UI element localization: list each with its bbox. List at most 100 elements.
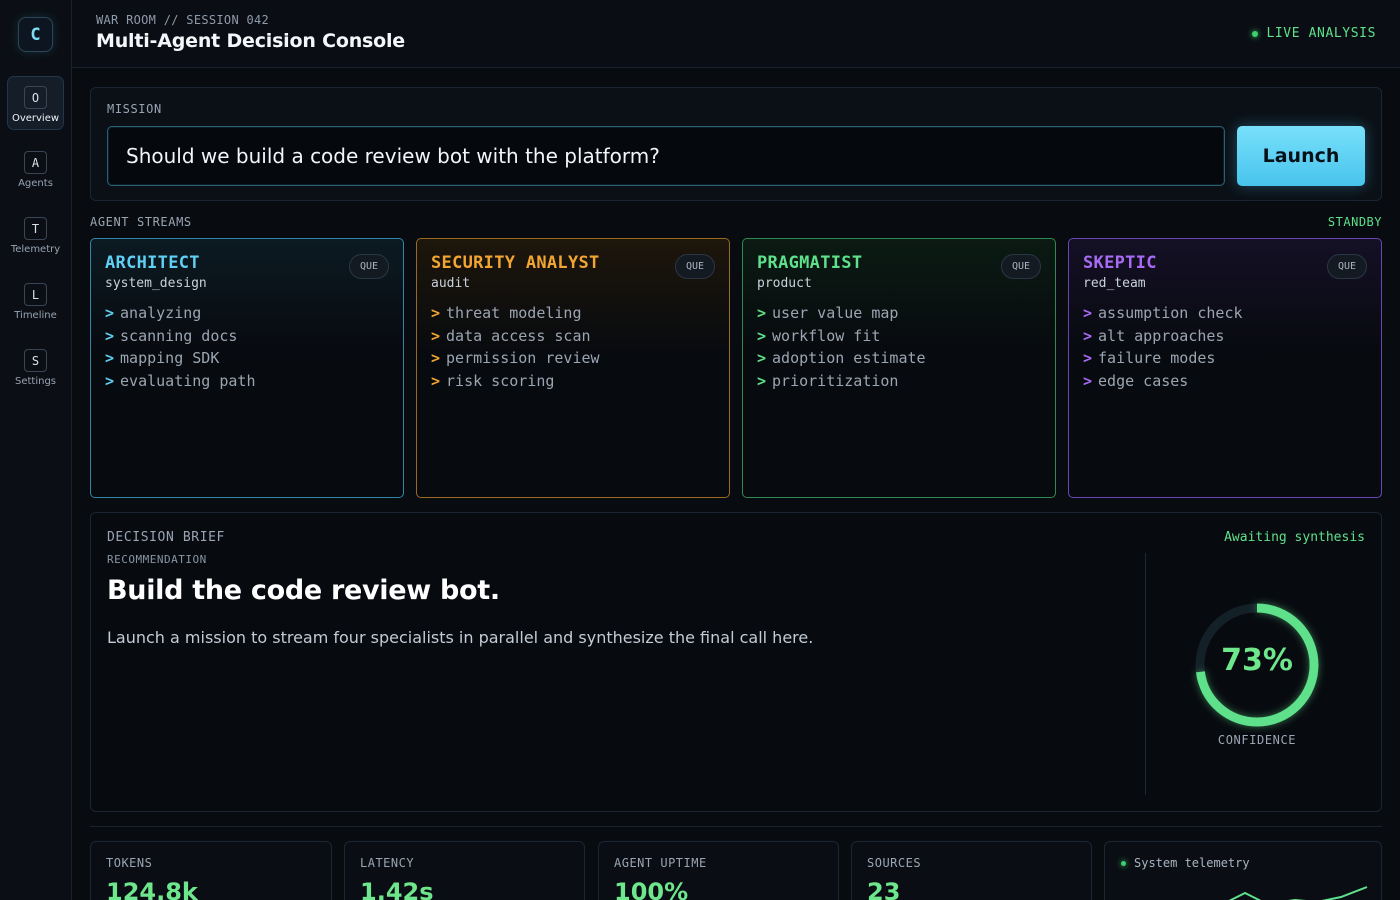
agent-step: > scanning docs xyxy=(105,325,256,348)
settings-icon: S xyxy=(24,349,47,372)
prompt-caret-icon: > xyxy=(105,304,115,322)
agent-step-text: alt approaches xyxy=(1098,326,1225,345)
sidebar-item-label: Settings xyxy=(14,376,56,387)
prompt-caret-icon: > xyxy=(1083,372,1093,391)
telemetry-sparkline-line xyxy=(1228,886,1368,900)
agent-step: > data access scan xyxy=(431,325,600,348)
app-logo[interactable]: C xyxy=(18,17,53,52)
agent-card-skeptic[interactable]: SKEPTIC red_team QUE > assumption check >… xyxy=(1068,238,1382,498)
sidebar-item-overview[interactable]: O Overview xyxy=(7,76,64,130)
timeline-icon: L xyxy=(24,283,47,306)
prompt-caret-icon: > xyxy=(431,326,441,345)
mission-input[interactable] xyxy=(107,126,1225,186)
agent-step-list: > analyzing > scanning docs > mapping SDK >… xyxy=(105,302,256,393)
telemetry-sparkline xyxy=(1228,886,1368,900)
confidence-label: CONFIDENCE xyxy=(1217,733,1297,747)
prompt-caret-icon: > xyxy=(431,349,441,368)
live-status-label: LIVE ANALYSIS xyxy=(1266,26,1376,41)
app-root: C O Overview A Agents T Telemetry L Time… xyxy=(0,0,1400,900)
mission-label: MISSION xyxy=(107,102,162,116)
system-telemetry-card: System telemetry xyxy=(1104,841,1382,900)
prompt-caret-icon: > xyxy=(105,326,115,345)
agent-step-text: mapping SDK xyxy=(120,349,220,368)
prompt-caret-icon: > xyxy=(757,326,767,345)
agent-status-badge: QUE xyxy=(1000,254,1041,279)
agent-step-text: scanning docs xyxy=(120,326,238,345)
agent-step-text: data access scan xyxy=(446,326,591,345)
recommendation-label: RECOMMENDATION xyxy=(107,553,207,566)
prompt-caret-icon: > xyxy=(1083,349,1093,368)
agent-name: PRAGMATIST xyxy=(757,253,863,273)
brief-divider xyxy=(1145,553,1146,795)
agent-role: audit xyxy=(431,276,471,291)
agent-step-text: workflow fit xyxy=(772,326,881,345)
agent-step: > assumption check xyxy=(1083,302,1243,325)
agent-step-text: edge cases xyxy=(1098,372,1189,391)
agent-card-pragmatist[interactable]: PRAGMATIST product QUE > user value map >… xyxy=(742,238,1056,498)
confidence-value: 73% xyxy=(1221,643,1293,678)
agent-step: > evaluating path xyxy=(105,370,256,393)
metric-value: 124.8k xyxy=(106,878,198,900)
agent-step: > prioritization xyxy=(757,370,926,393)
metric-label: LATENCY xyxy=(360,856,415,870)
agent-card-architect[interactable]: ARCHITECT system_design QUE > analyzing >… xyxy=(90,238,404,498)
metric-label: SOURCES xyxy=(867,856,922,870)
agent-role: red_team xyxy=(1083,276,1146,291)
launch-button[interactable]: Launch xyxy=(1237,126,1365,186)
prompt-caret-icon: > xyxy=(1083,326,1093,345)
sidebar-item-timeline[interactable]: L Timeline xyxy=(7,274,64,328)
sidebar-item-agents[interactable]: A Agents xyxy=(7,142,64,196)
agent-step: > analyzing xyxy=(105,302,256,325)
prompt-caret-icon: > xyxy=(757,304,767,322)
agent-step-text: threat modeling xyxy=(446,304,582,322)
metric-label: TOKENS xyxy=(106,856,153,870)
agent-step-text: evaluating path xyxy=(120,372,256,391)
mission-panel: MISSION Launch xyxy=(90,87,1382,201)
agent-status-badge: QUE xyxy=(348,254,389,279)
telemetry-icon: T xyxy=(24,217,47,240)
sidebar-item-settings[interactable]: S Settings xyxy=(7,340,64,394)
agent-step: > permission review xyxy=(431,347,600,370)
agent-step-text: adoption estimate xyxy=(772,349,926,368)
decision-brief-panel: DECISION BRIEF Awaiting synthesis RECOMM… xyxy=(90,512,1382,812)
agent-role: system_design xyxy=(105,276,207,291)
agent-step-list: > threat modeling > data access scan > perm… xyxy=(431,302,600,393)
agent-step: > failure modes xyxy=(1083,347,1243,370)
top-header: WAR ROOM // SESSION 042 Multi-Agent Deci… xyxy=(72,0,1400,68)
agent-step: > workflow fit xyxy=(757,325,926,348)
live-status: LIVE ANALYSIS xyxy=(1252,26,1376,41)
agent-step: > user value map xyxy=(757,302,926,325)
agent-step-text: failure modes xyxy=(1098,349,1216,368)
agent-step: > risk scoring xyxy=(431,370,600,393)
metric-label: AGENT UPTIME xyxy=(614,856,707,870)
metric-card-tokens: TOKENS 124.8k xyxy=(90,841,332,900)
agent-name: ARCHITECT xyxy=(105,253,200,273)
sidebar-item-label: Overview xyxy=(11,113,60,124)
overview-icon: O xyxy=(24,86,47,109)
agent-step-text: risk scoring xyxy=(446,372,555,391)
session-breadcrumb: WAR ROOM // SESSION 042 xyxy=(96,13,270,27)
page-title: Multi-Agent Decision Console xyxy=(96,30,405,52)
metrics-divider xyxy=(90,826,1382,827)
sidebar-item-label: Agents xyxy=(18,178,53,189)
agent-status-badge: QUE xyxy=(674,254,715,279)
sidebar-item-label: Telemetry xyxy=(10,244,61,255)
prompt-caret-icon: > xyxy=(105,372,115,391)
metric-card-agent-uptime: AGENT UPTIME 100% xyxy=(598,841,839,900)
prompt-caret-icon: > xyxy=(757,349,767,368)
prompt-caret-icon: > xyxy=(757,372,767,391)
agent-step: > mapping SDK xyxy=(105,347,256,370)
metric-value: 23 xyxy=(867,878,901,900)
agent-step: > adoption estimate xyxy=(757,347,926,370)
prompt-caret-icon: > xyxy=(431,304,441,322)
agent-card-security-analyst[interactable]: SECURITY ANALYST audit QUE > threat model… xyxy=(416,238,730,498)
prompt-caret-icon: > xyxy=(431,372,441,391)
agent-role: product xyxy=(757,276,812,291)
streams-state-badge: STANDBY xyxy=(1327,215,1382,229)
agent-step: > edge cases xyxy=(1083,370,1243,393)
metric-value: 100% xyxy=(614,878,689,900)
sidebar-item-telemetry[interactable]: T Telemetry xyxy=(7,208,64,262)
agent-step-text: permission review xyxy=(446,349,600,368)
agent-step-text: analyzing xyxy=(120,304,202,322)
sidebar: C O Overview A Agents T Telemetry L Time… xyxy=(0,0,72,900)
